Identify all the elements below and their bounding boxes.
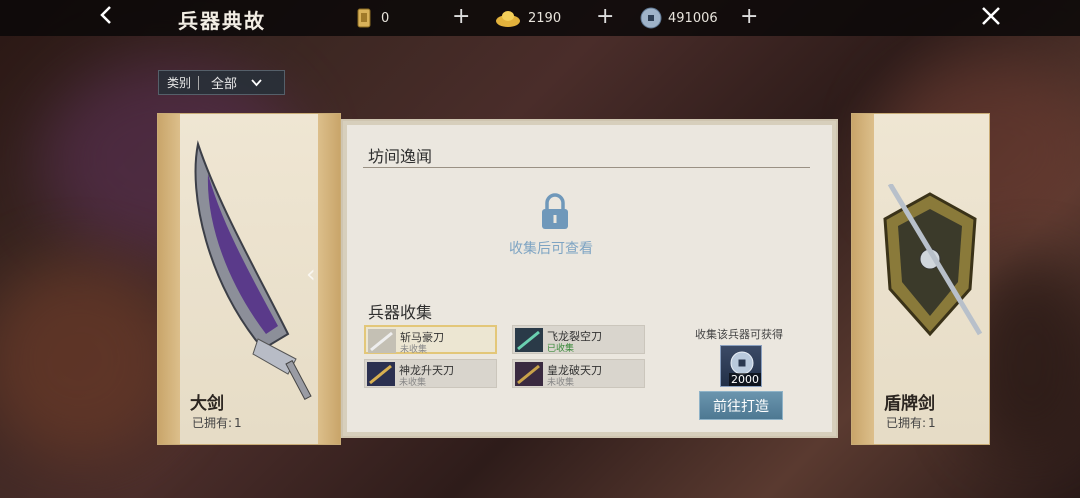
weapon-item-status: 已收集 xyxy=(547,344,575,354)
weapon-detail-panel: 坊间逸闻 收集后可查看 兵器收集 斩马豪刀 未收集 飞龙裂空刀 已收集 神龙升天… xyxy=(341,119,838,438)
add-coin-button[interactable]: + xyxy=(740,4,758,30)
top-bar: 兵器典故 0 + 2190 + 491006 + xyxy=(0,0,1080,36)
weapon-name: 盾牌剑 xyxy=(884,394,935,414)
filter-value: 全部 xyxy=(211,77,238,92)
category-filter-dropdown[interactable]: 类别 全部 xyxy=(158,70,285,95)
resource-coin-value: 491006 xyxy=(668,10,718,26)
close-button[interactable] xyxy=(978,4,1004,32)
gold-ingot-icon xyxy=(496,11,520,27)
shield-sword-image xyxy=(883,184,983,337)
owned-value: 1 xyxy=(234,416,242,430)
weapon-item-3[interactable]: 神龙升天刀 未收集 xyxy=(364,359,497,388)
reward-label: 收集该兵器可获得 xyxy=(695,328,783,341)
resource-gold-value: 2190 xyxy=(528,10,562,26)
coin-icon xyxy=(640,7,662,29)
resource-token-value: 0 xyxy=(381,10,390,26)
reward-item[interactable]: 2000 xyxy=(720,345,762,387)
add-token-button[interactable]: + xyxy=(452,4,470,30)
chevron-down-icon xyxy=(251,76,262,90)
weapon-name: 大剑 xyxy=(190,394,224,414)
token-icon xyxy=(357,8,371,28)
weapon-item-1[interactable]: 斩马豪刀 未收集 xyxy=(364,325,497,355)
lock-icon xyxy=(542,193,568,229)
weapon-item-status: 未收集 xyxy=(547,378,575,388)
owned-value: 1 xyxy=(928,416,936,430)
owned-label: 已拥有: xyxy=(192,416,233,430)
collection-section-title: 兵器收集 xyxy=(368,303,433,322)
section-divider xyxy=(363,167,810,168)
filter-divider xyxy=(198,75,200,90)
weapon-card-right[interactable]: 盾牌剑 已拥有: 1 xyxy=(851,113,990,445)
weapon-item-status: 未收集 xyxy=(400,345,428,355)
locked-hint: 收集后可查看 xyxy=(509,241,593,257)
resource-token: 0 xyxy=(353,6,389,30)
weapon-thumbnail xyxy=(515,362,543,386)
go-forge-button[interactable]: 前往打造 xyxy=(699,391,783,420)
card-border xyxy=(158,114,180,444)
previous-arrow-icon[interactable]: ‹ xyxy=(306,260,316,288)
reward-count: 2000 xyxy=(729,373,761,386)
close-icon xyxy=(982,7,1000,25)
filter-label: 类别 xyxy=(167,76,192,90)
owned-count: 已拥有: 1 xyxy=(190,414,242,431)
add-gold-button[interactable]: + xyxy=(596,4,614,30)
weapon-item-2[interactable]: 飞龙裂空刀 已收集 xyxy=(512,325,645,354)
back-arrow-icon xyxy=(100,6,111,24)
weapon-thumbnail xyxy=(367,362,395,386)
owned-label: 已拥有: xyxy=(886,416,927,430)
weapon-thumbnail xyxy=(515,328,543,352)
background-blur xyxy=(0,260,180,460)
weapon-item-status: 未收集 xyxy=(399,378,427,388)
resource-coin: 491006 xyxy=(640,6,718,30)
lore-section-title: 坊间逸闻 xyxy=(368,147,433,166)
weapon-item-4[interactable]: 皇龙破天刀 未收集 xyxy=(512,359,645,388)
page-title: 兵器典故 xyxy=(178,9,266,33)
owned-count: 已拥有: 1 xyxy=(884,414,936,431)
weapon-thumbnail xyxy=(368,329,396,353)
back-button[interactable] xyxy=(92,4,120,32)
resource-gold: 2190 xyxy=(494,6,561,30)
